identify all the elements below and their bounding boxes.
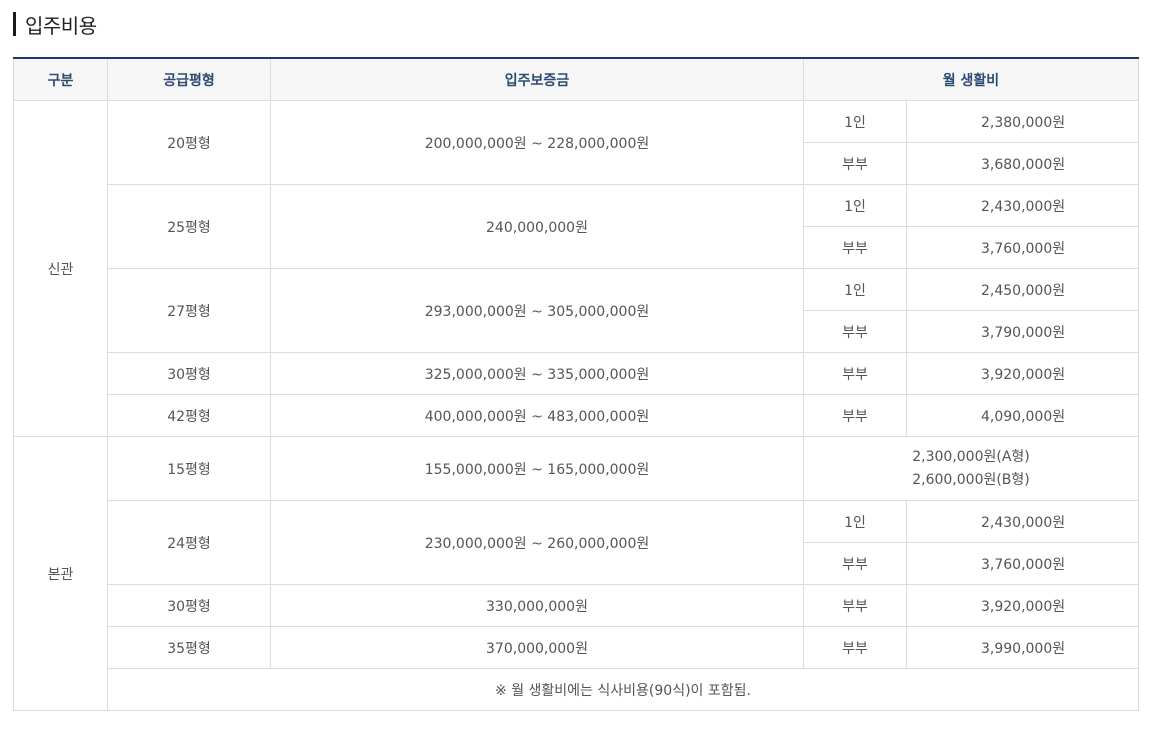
size-cell: 30평형 [107, 584, 271, 627]
fee-type-cell: 부부 [803, 626, 907, 669]
category-cell: 본관 [13, 436, 108, 711]
table-row: 25평형 240,000,000원 1인 2,430,000원 [14, 184, 1139, 269]
deposit-cell: 400,000,000원 ~ 483,000,000원 [270, 394, 804, 437]
table-row: 24평형 230,000,000원 ~ 260,000,000원 1인 2,43… [14, 500, 1139, 585]
fee-type-cell: 부부 [803, 542, 907, 585]
section-heading: 입주비용 [13, 10, 97, 38]
header-deposit: 입주보증금 [270, 57, 804, 101]
table-row: 30평형 330,000,000원 부부 3,920,000원 [14, 584, 1139, 627]
deposit-cell: 330,000,000원 [270, 584, 804, 627]
fee-amount-cell: 2,450,000원 [906, 268, 1139, 311]
fee-amount-cell: 2,430,000원 [906, 184, 1139, 227]
deposit-cell: 293,000,000원 ~ 305,000,000원 [270, 268, 804, 353]
fee-type-cell: 부부 [803, 310, 907, 353]
deposit-cell: 155,000,000원 ~ 165,000,000원 [270, 436, 804, 501]
table-header-row: 구분 공급평형 입주보증금 월 생활비 [13, 57, 1139, 101]
fee-type-cell: 1인 [803, 268, 907, 311]
table-row: 30평형 325,000,000원 ~ 335,000,000원 부부 3,92… [14, 352, 1139, 395]
fee-amount-cell: 3,920,000원 [906, 352, 1139, 395]
fee-amount-cell: 3,680,000원 [906, 142, 1139, 185]
fee-amount-cell: 2,430,000원 [906, 500, 1139, 543]
header-monthly-fee: 월 생활비 [803, 57, 1139, 101]
fee-amount-cell: 3,760,000원 [906, 542, 1139, 585]
deposit-cell: 200,000,000원 ~ 228,000,000원 [270, 100, 804, 185]
size-cell: 42평형 [107, 394, 271, 437]
footnote: ※ 월 생활비에는 식사비용(90식)이 포함됨. [107, 668, 1139, 711]
deposit-cell: 325,000,000원 ~ 335,000,000원 [270, 352, 804, 395]
size-cell: 15평형 [107, 436, 271, 501]
size-cell: 20평형 [107, 100, 271, 185]
move-in-cost-table: 구분 공급평형 입주보증금 월 생활비 신관 20평형 200,000,000원… [13, 57, 1139, 711]
size-cell: 35평형 [107, 626, 271, 669]
fee-type-cell: 1인 [803, 100, 907, 143]
table-row: 42평형 400,000,000원 ~ 483,000,000원 부부 4,09… [14, 394, 1139, 437]
table-row: ※ 월 생활비에는 식사비용(90식)이 포함됨. [14, 668, 1139, 711]
fee-amount-cell: 4,090,000원 [906, 394, 1139, 437]
table-row: 27평형 293,000,000원 ~ 305,000,000원 1인 2,45… [14, 268, 1139, 353]
fee-amount-b: 2,600,000원(B형) [912, 471, 1030, 488]
fee-type-cell: 부부 [803, 142, 907, 185]
size-cell: 27평형 [107, 268, 271, 353]
category-cell: 신관 [13, 100, 108, 437]
fee-amount-cell: 3,990,000원 [906, 626, 1139, 669]
table-row: 본관 15평형 155,000,000원 ~ 165,000,000원 2,30… [13, 436, 1139, 711]
heading-accent-bar [13, 12, 16, 36]
header-size: 공급평형 [107, 57, 271, 101]
fee-amount-cell: 3,790,000원 [906, 310, 1139, 353]
size-cell: 24평형 [107, 500, 271, 585]
fee-type-cell: 부부 [803, 352, 907, 395]
fee-type-cell: 부부 [803, 584, 907, 627]
table-row: 35평형 370,000,000원 부부 3,990,000원 [14, 626, 1139, 669]
size-cell: 30평형 [107, 352, 271, 395]
deposit-cell: 240,000,000원 [270, 184, 804, 269]
fee-amount-cell: 3,760,000원 [906, 226, 1139, 269]
deposit-cell: 370,000,000원 [270, 626, 804, 669]
fee-type-cell: 부부 [803, 394, 907, 437]
fee-type-cell: 1인 [803, 500, 907, 543]
fee-amount-cell: 3,920,000원 [906, 584, 1139, 627]
fee-type-cell: 1인 [803, 184, 907, 227]
page-title: 입주비용 [25, 13, 97, 38]
table-row: 신관 20평형 200,000,000원 ~ 228,000,000원 1인 2… [13, 100, 1139, 437]
deposit-cell: 230,000,000원 ~ 260,000,000원 [270, 500, 804, 585]
fee-amount-a: 2,300,000원(A형) [912, 448, 1030, 465]
fee-amount-cell: 2,380,000원 [906, 100, 1139, 143]
header-category: 구분 [13, 57, 108, 101]
size-cell: 25평형 [107, 184, 271, 269]
fee-type-cell: 부부 [803, 226, 907, 269]
merged-fee-cell: 2,300,000원(A형) 2,600,000원(B형) [803, 436, 1139, 501]
